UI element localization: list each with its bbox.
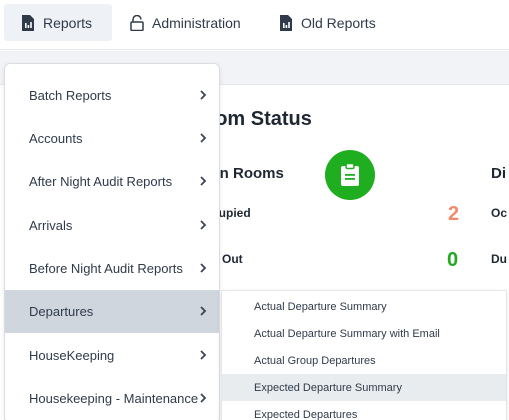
chevron-right-icon [200,133,207,143]
clean-rooms-badge [325,150,375,200]
tab-reports[interactable]: Reports [4,4,112,41]
row-value: 2 [448,203,460,225]
menu-item-label: Arrivals [29,218,73,233]
submenu-item-expected-departures[interactable]: Expected Departures [222,401,506,420]
tab-administration[interactable]: Administration [128,4,258,41]
chevron-right-icon [200,90,207,100]
menu-item-label: Housekeeping - Maintenance [29,391,199,406]
menu-item-label: Departures [29,304,94,319]
menu-item-label: Accounts [29,131,83,146]
clipboard-icon [341,163,359,186]
menu-item-accounts[interactable]: Accounts [5,117,219,160]
report-file-icon [22,14,34,31]
submenu-item-actual-departure-summary-email[interactable]: Actual Departure Summary with Email [222,320,506,347]
tab-old-reports-label: Old Reports [301,14,376,31]
menu-item-departures[interactable]: Departures [5,290,219,333]
tab-old-reports[interactable]: Old Reports [278,4,388,41]
top-navigation: Reports Administration Old Reports [0,0,509,50]
menu-item-arrivals[interactable]: Arrivals [5,204,219,247]
menu-item-label: Before Night Audit Reports [29,261,183,276]
menu-item-label: After Night Audit Reports [29,174,173,189]
menu-item-label: HouseKeeping [29,348,115,363]
report-file-icon [280,14,292,31]
submenu-item-actual-departure-summary[interactable]: Actual Departure Summary [222,293,506,320]
submenu-item-actual-group-departures[interactable]: Actual Group Departures [222,347,506,374]
menu-item-label: Batch Reports [29,88,112,103]
chevron-right-icon [200,220,207,230]
menu-item-housekeeping[interactable]: HouseKeeping [5,334,219,377]
tab-reports-label: Reports [43,14,93,31]
next-card-title: Di [491,165,506,182]
next-card-row-label: Du [491,252,507,266]
menu-item-housekeeping-maintenance[interactable]: Housekeeping - Maintenance [5,377,219,420]
menu-item-before-night-audit[interactable]: Before Night Audit Reports [5,247,219,290]
chevron-right-icon [200,393,207,403]
menu-item-after-night-audit[interactable]: After Night Audit Reports [5,160,219,203]
chevron-right-icon [200,176,207,186]
chevron-right-icon [200,306,207,316]
departures-submenu: Actual Departure Summary Actual Departur… [221,290,507,420]
chevron-right-icon [200,350,207,360]
lock-icon [130,14,144,31]
row-value: 0 [447,249,459,271]
tab-administration-label: Administration [152,14,241,31]
reports-dropdown-menu: Batch Reports Accounts After Night Audit… [4,63,220,420]
submenu-item-expected-departure-summary[interactable]: Expected Departure Summary [222,374,506,401]
menu-item-batch-reports[interactable]: Batch Reports [5,74,219,117]
next-card-row-label: Oc [491,206,508,220]
chevron-right-icon [200,263,207,273]
